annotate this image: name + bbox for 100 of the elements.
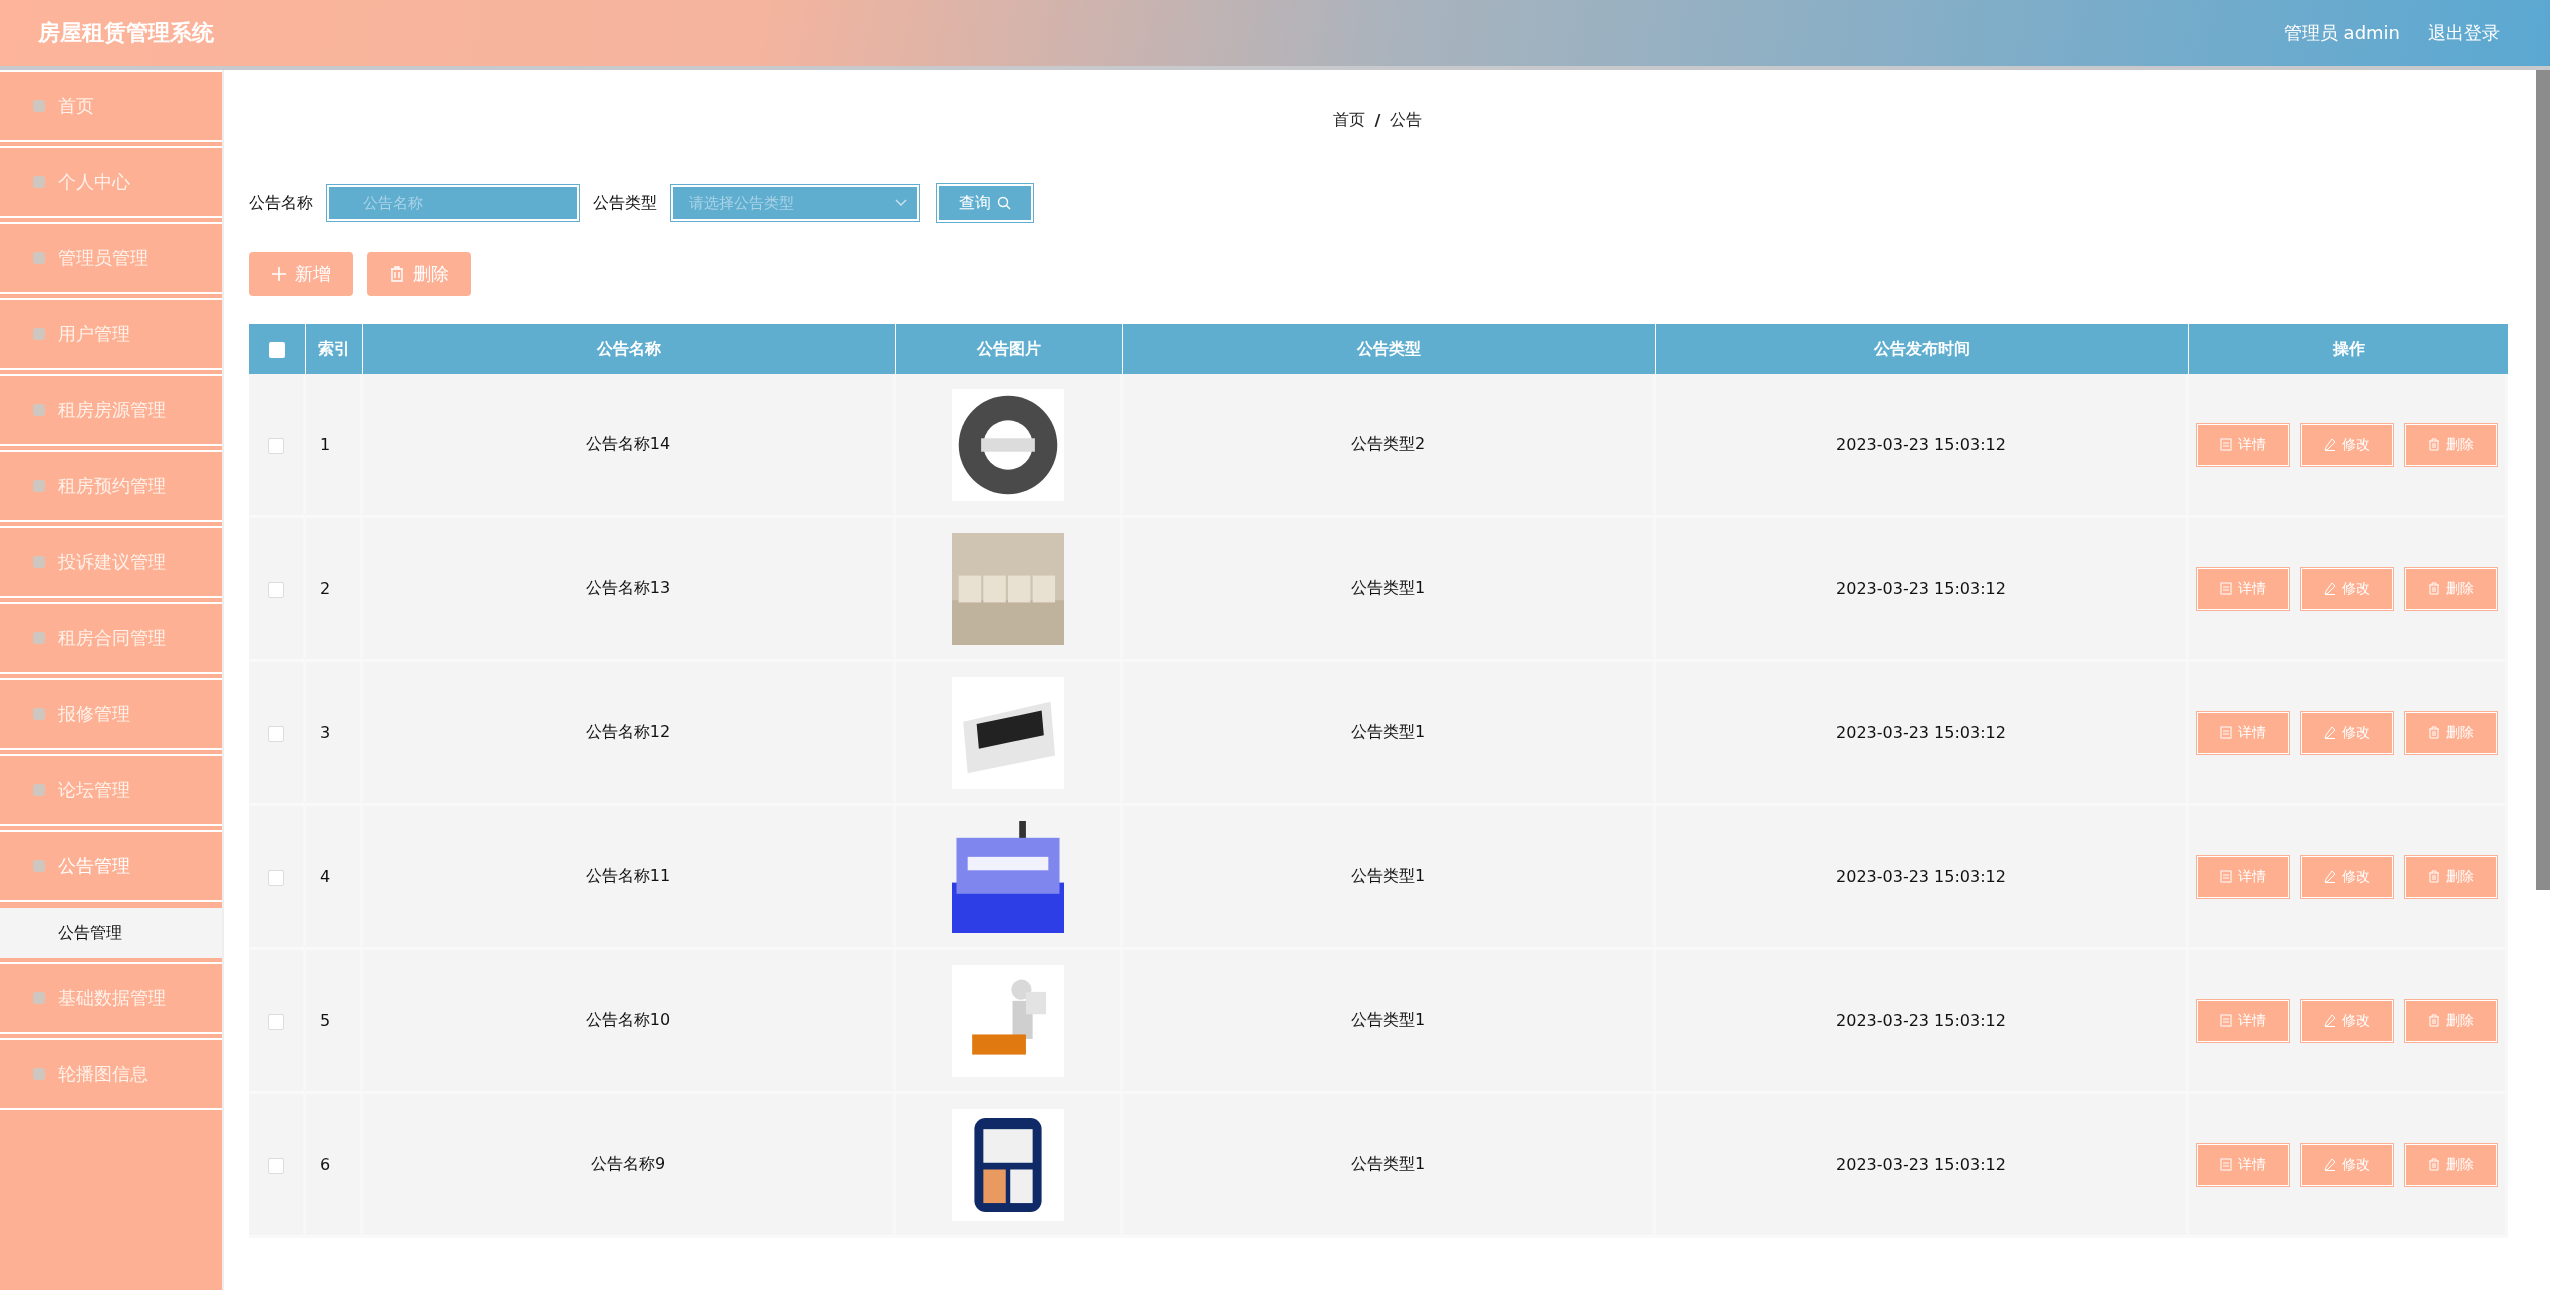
trash-icon — [2428, 1014, 2440, 1027]
edit-button[interactable]: 修改 — [2301, 1143, 2393, 1186]
menu-item-icon — [32, 783, 46, 797]
trash-icon — [2428, 582, 2440, 595]
table-cell: 2023-03-23 15:03:12 — [1656, 518, 2189, 662]
column-header: 索引 — [306, 324, 363, 374]
field-label: 公告类型 — [593, 192, 657, 214]
menu-item-icon — [32, 251, 46, 265]
breadcrumb-item: 公告 — [1390, 109, 1423, 131]
pencil-icon — [2324, 1158, 2336, 1171]
table-cell: 2023-03-23 15:03:12 — [1656, 806, 2189, 950]
scrollbar[interactable] — [2536, 70, 2550, 890]
details-button[interactable]: 详情 — [2197, 423, 2289, 466]
table-cell: 公告名称13 — [363, 518, 896, 662]
table-cell: 公告名称12 — [363, 662, 896, 806]
table-cell: 4 — [306, 806, 363, 950]
add-button[interactable]: 新增 — [249, 252, 353, 296]
delete-button[interactable]: 删除 — [2405, 999, 2497, 1042]
table-cell: 公告类型1 — [1123, 1094, 1656, 1238]
trash-icon — [2428, 1158, 2440, 1171]
row-checkbox[interactable] — [268, 1013, 284, 1030]
row-checkbox[interactable] — [268, 581, 284, 598]
table-cell: 公告类型1 — [1123, 518, 1656, 662]
table-cell: 公告名称9 — [363, 1094, 896, 1238]
delete-button[interactable]: 删除 — [367, 252, 471, 296]
logout-link[interactable]: 退出登录 — [2428, 21, 2500, 45]
menu-item-icon — [32, 859, 46, 873]
details-button[interactable]: 详情 — [2197, 1143, 2289, 1186]
table-cell: 公告类型1 — [1123, 662, 1656, 806]
row-checkbox[interactable] — [268, 1157, 284, 1174]
document-icon — [2220, 1014, 2232, 1027]
search-icon — [997, 196, 1011, 210]
menu-item-icon — [32, 99, 46, 113]
row-checkbox[interactable] — [268, 869, 284, 886]
menu-item-icon — [32, 631, 46, 645]
pencil-icon — [2324, 726, 2336, 739]
pencil-icon — [2324, 870, 2336, 883]
table-cell: 3 — [306, 662, 363, 806]
details-button[interactable]: 详情 — [2197, 855, 2289, 898]
trash-icon — [2428, 870, 2440, 883]
table-cell: 2023-03-23 15:03:12 — [1656, 1094, 2189, 1238]
delete-button[interactable]: 删除 — [2405, 423, 2497, 466]
menu-item-icon — [32, 555, 46, 569]
trash-icon — [2428, 438, 2440, 451]
table-cell: 公告名称14 — [363, 374, 896, 518]
menu-item-icon — [32, 479, 46, 493]
table-cell: 2023-03-23 15:03:12 — [1656, 662, 2189, 806]
trash-icon — [389, 266, 405, 282]
edit-button[interactable]: 修改 — [2301, 999, 2393, 1042]
table-cell: 6 — [306, 1094, 363, 1238]
menu-item-icon — [32, 403, 46, 417]
row-checkbox[interactable] — [268, 725, 284, 742]
delete-button[interactable]: 删除 — [2405, 855, 2497, 898]
delete-button[interactable]: 删除 — [2405, 711, 2497, 754]
field-label: 公告名称 — [249, 192, 313, 214]
details-button[interactable]: 详情 — [2197, 999, 2289, 1042]
column-header: 操作 — [2189, 324, 2508, 374]
name-input-field[interactable]: 公告名称 — [327, 185, 579, 221]
menu-item-icon — [32, 327, 46, 341]
document-icon — [2220, 870, 2232, 883]
menu-item-icon — [32, 991, 46, 1005]
trash-icon — [2428, 726, 2440, 739]
search-button[interactable]: 查询 — [937, 184, 1033, 222]
delete-button[interactable]: 删除 — [2405, 567, 2497, 610]
menu-item-icon — [32, 175, 46, 189]
table-cell: 公告名称10 — [363, 950, 896, 1094]
table-cell: 2023-03-23 15:03:12 — [1656, 374, 2189, 518]
plus-icon — [271, 266, 287, 282]
table-cell: 公告类型1 — [1123, 950, 1656, 1094]
delete-button[interactable]: 删除 — [2405, 1143, 2497, 1186]
chevron-down-icon — [895, 199, 907, 207]
table-cell: 公告类型1 — [1123, 806, 1656, 950]
menu-item-icon — [32, 707, 46, 721]
pencil-icon — [2324, 582, 2336, 595]
table-cell: 2 — [306, 518, 363, 662]
column-header: 公告名称 — [363, 324, 896, 374]
edit-button[interactable]: 修改 — [2301, 711, 2393, 754]
edit-button[interactable]: 修改 — [2301, 567, 2393, 610]
column-header: 公告图片 — [896, 324, 1123, 374]
sidebar-subitem[interactable]: 公告管理 — [0, 908, 222, 958]
details-button[interactable]: 详情 — [2197, 711, 2289, 754]
table-cell: 2023-03-23 15:03:12 — [1656, 950, 2189, 1094]
row-checkbox[interactable] — [268, 437, 284, 454]
pencil-icon — [2324, 438, 2336, 451]
edit-button[interactable]: 修改 — [2301, 855, 2393, 898]
breadcrumb-separator: / — [1374, 110, 1381, 130]
document-icon — [2220, 726, 2232, 739]
details-button[interactable]: 详情 — [2197, 567, 2289, 610]
pencil-icon — [2324, 1014, 2336, 1027]
table-cell: 公告类型2 — [1123, 374, 1656, 518]
table-cell: 5 — [306, 950, 363, 1094]
document-icon — [2220, 438, 2232, 451]
user-name: 管理员 admin — [2283, 21, 2400, 45]
table-cell: 公告名称11 — [363, 806, 896, 950]
edit-button[interactable]: 修改 — [2301, 423, 2393, 466]
column-header: 公告类型 — [1123, 324, 1656, 374]
select-all-checkbox[interactable] — [269, 342, 285, 358]
document-icon — [2220, 1158, 2232, 1171]
breadcrumb-item[interactable]: 首页 — [1332, 109, 1365, 131]
type-select-field[interactable]: 请选择公告类型 — [671, 185, 919, 221]
